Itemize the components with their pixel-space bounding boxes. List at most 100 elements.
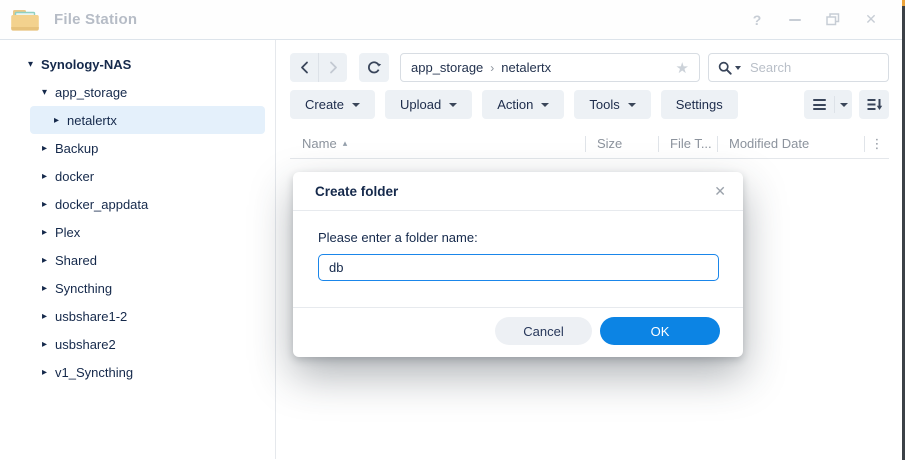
view-mode-button[interactable]	[804, 90, 852, 119]
sidebar-item-shared[interactable]: ▸Shared	[0, 246, 275, 274]
sidebar-item-netalertx[interactable]: ▸netalertx	[30, 106, 265, 134]
folder-name-prompt: Please enter a folder name:	[318, 230, 719, 245]
restore-icon[interactable]	[825, 12, 841, 28]
create-button[interactable]: Create	[290, 90, 375, 119]
column-header-label: Name	[302, 136, 337, 151]
navigation-bar: app_storage › netalertx ★	[290, 53, 889, 82]
column-header-file-t-[interactable]: File T...	[659, 129, 717, 158]
folder-name-input[interactable]	[318, 254, 719, 281]
toolbar: Create Upload Action Tools Settings	[290, 90, 889, 119]
sidebar-item-label: Backup	[55, 141, 98, 156]
minimize-bar	[789, 19, 801, 21]
dialog-footer: Cancel OK	[293, 307, 743, 357]
restore-glyph	[826, 13, 840, 26]
sidebar-item-docker_appdata[interactable]: ▸docker_appdata	[0, 190, 275, 218]
help-icon[interactable]: ?	[749, 12, 765, 28]
sidebar-item-app_storage[interactable]: ▾app_storage	[0, 78, 275, 106]
view-mode-caret[interactable]	[834, 96, 852, 113]
sidebar: ▾Synology-NAS▾app_storage▸netalertx▸Back…	[0, 40, 276, 459]
action-button[interactable]: Action	[482, 90, 564, 119]
expand-arrow-icon[interactable]: ▸	[42, 143, 55, 154]
column-header-name[interactable]: Name ▴	[290, 129, 585, 158]
minimize-icon[interactable]	[787, 12, 803, 28]
breadcrumb-segment-current[interactable]: netalertx	[501, 60, 551, 75]
sidebar-item-label: v1_Syncthing	[55, 365, 133, 380]
search-box	[708, 53, 889, 82]
column-header-size[interactable]: Size	[586, 129, 658, 158]
cancel-button[interactable]: Cancel	[495, 317, 592, 345]
folder-icon	[10, 6, 40, 33]
breadcrumb: app_storage › netalertx ★	[400, 53, 700, 82]
app-title: File Station	[54, 11, 137, 28]
sidebar-item-label: Plex	[55, 225, 80, 240]
file-list-header: Name ▴ Size File T... Modified Date⋮	[290, 129, 889, 159]
search-dropdown-caret-icon[interactable]	[735, 66, 741, 70]
expand-arrow-icon[interactable]: ▸	[42, 199, 55, 210]
upload-button[interactable]: Upload	[385, 90, 472, 119]
sidebar-item-label: usbshare2	[55, 337, 116, 352]
sidebar-item-syncthing[interactable]: ▸Syncthing	[0, 274, 275, 302]
chevron-down-icon	[352, 103, 360, 107]
expand-arrow-icon[interactable]: ▸	[42, 255, 55, 266]
window-controls: ? ✕	[749, 12, 879, 28]
expand-arrow-icon[interactable]: ▸	[42, 227, 55, 238]
sort-ascending-icon: ▴	[343, 138, 348, 149]
chevron-down-icon	[541, 103, 549, 107]
ok-button[interactable]: OK	[600, 317, 720, 345]
sidebar-item-label: app_storage	[55, 85, 127, 100]
toolbar-button-label: Create	[305, 97, 344, 112]
tools-button[interactable]: Tools	[574, 90, 650, 119]
expand-arrow-icon[interactable]: ▸	[54, 115, 67, 126]
search-icon[interactable]	[718, 61, 732, 75]
create-folder-dialog: Create folder ✕ Please enter a folder na…	[293, 172, 743, 357]
chevron-left-icon	[300, 61, 309, 74]
sidebar-item-usbshare2[interactable]: ▸usbshare2	[0, 330, 275, 358]
hamburger-bars	[813, 99, 826, 110]
back-button[interactable]	[290, 53, 318, 82]
view-controls	[804, 90, 889, 119]
sidebar-item-label: docker	[55, 169, 94, 184]
collapse-arrow-icon[interactable]: ▾	[42, 87, 55, 98]
chevron-down-icon	[449, 103, 457, 107]
refresh-button[interactable]	[359, 53, 389, 82]
toolbar-buttons: Create Upload Action Tools Settings	[290, 90, 738, 119]
file-station-window: File Station ? ✕ ▾Synology-NAS▾app_stora…	[0, 0, 905, 460]
chevron-down-icon	[628, 103, 636, 107]
sidebar-item-label: Shared	[55, 253, 97, 268]
sort-icon	[866, 97, 883, 112]
sidebar-item-label: usbshare1-2	[55, 309, 127, 324]
sort-button[interactable]	[859, 90, 889, 119]
toolbar-button-label: Tools	[589, 97, 619, 112]
sidebar-item-docker[interactable]: ▸docker	[0, 162, 275, 190]
search-input[interactable]	[748, 59, 879, 76]
expand-arrow-icon[interactable]: ▸	[42, 311, 55, 322]
favorite-star-icon[interactable]: ★	[676, 59, 689, 77]
forward-button[interactable]	[318, 53, 347, 82]
collapse-arrow-icon[interactable]: ▾	[28, 59, 41, 70]
expand-arrow-icon[interactable]: ▸	[42, 283, 55, 294]
sidebar-item-plex[interactable]: ▸Plex	[0, 218, 275, 246]
toolbar-button-label: Action	[497, 97, 533, 112]
toolbar-button-label: Settings	[676, 97, 723, 112]
sidebar-tree: ▾Synology-NAS▾app_storage▸netalertx▸Back…	[0, 50, 275, 386]
expand-arrow-icon[interactable]: ▸	[42, 367, 55, 378]
sidebar-item-usbshare1-2[interactable]: ▸usbshare1-2	[0, 302, 275, 330]
dialog-close-icon[interactable]: ✕	[714, 183, 726, 200]
sidebar-item-synology-nas[interactable]: ▾Synology-NAS	[0, 50, 275, 78]
settings-button[interactable]: Settings	[661, 90, 738, 119]
expand-arrow-icon[interactable]: ▸	[42, 171, 55, 182]
column-header-label: Size	[597, 136, 622, 151]
breadcrumb-separator: ›	[490, 61, 494, 75]
sidebar-item-v1_syncthing[interactable]: ▸v1_Syncthing	[0, 358, 275, 386]
toolbar-button-label: Upload	[400, 97, 441, 112]
column-options-icon[interactable]: ⋮	[865, 129, 889, 158]
breadcrumb-segment-parent[interactable]: app_storage	[411, 60, 483, 75]
column-header-modified-date[interactable]: Modified Date	[718, 129, 864, 158]
sidebar-item-backup[interactable]: ▸Backup	[0, 134, 275, 162]
history-buttons	[290, 53, 347, 82]
sidebar-item-label: docker_appdata	[55, 197, 148, 212]
list-view-icon[interactable]	[804, 99, 834, 110]
column-header-label: File T...	[670, 136, 712, 151]
close-icon[interactable]: ✕	[863, 12, 879, 28]
expand-arrow-icon[interactable]: ▸	[42, 339, 55, 350]
